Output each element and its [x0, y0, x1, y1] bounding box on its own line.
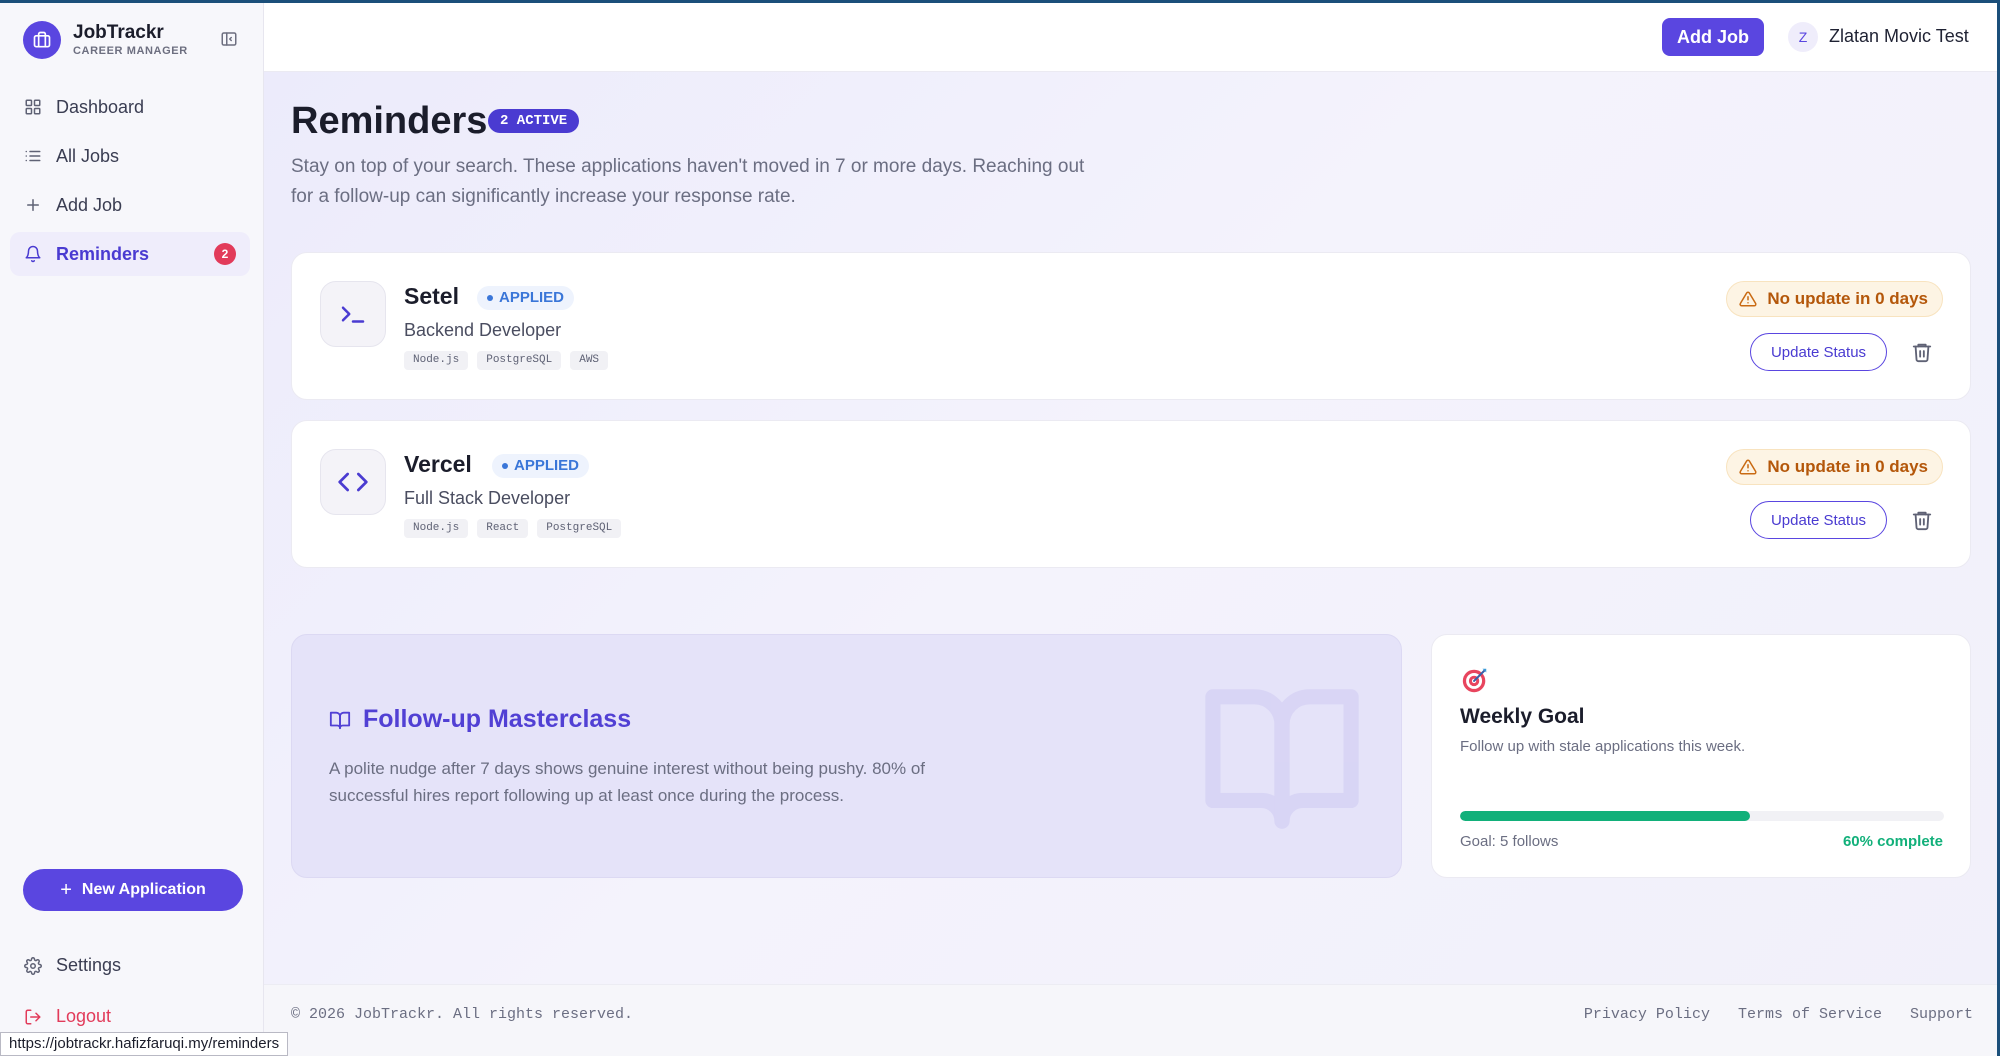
- new-application-button[interactable]: + New Application: [23, 869, 243, 911]
- add-job-button[interactable]: Add Job: [1662, 18, 1764, 56]
- goal-label: Goal: 5 follows: [1460, 833, 1559, 850]
- sidebar: JobTrackr CAREER MANAGER Dashboard All J…: [0, 0, 264, 1056]
- tech-tag: Node.js: [404, 351, 469, 370]
- terminal-icon: [320, 281, 386, 347]
- update-status-button[interactable]: Update Status: [1750, 501, 1887, 539]
- book-watermark-icon: [1205, 689, 1359, 829]
- weekly-goal-description: Follow up with stale applications this w…: [1460, 738, 1746, 755]
- footer-link-terms[interactable]: Terms of Service: [1738, 1006, 1882, 1023]
- masterclass-text: A polite nudge after 7 days shows genuin…: [329, 759, 926, 805]
- brand-name: JobTrackr: [73, 22, 164, 43]
- settings-label: Settings: [56, 955, 122, 975]
- footer-link-support[interactable]: Support: [1910, 1006, 1973, 1023]
- goal-progress-fill: [1460, 811, 1751, 821]
- sidebar-item-label: Dashboard: [56, 96, 145, 117]
- company-name: Setel: [404, 283, 459, 309]
- sidebar-item-dashboard[interactable]: Dashboard: [10, 85, 250, 129]
- goal-progress-bar: [1460, 811, 1944, 821]
- book-icon: [329, 711, 351, 729]
- masterclass-title: Follow-up Masterclass: [363, 705, 632, 733]
- goal-progress-label: 60% complete: [1842, 833, 1943, 850]
- weekly-goal-title: Weekly Goal: [1460, 705, 1585, 728]
- status-badge: APPLIED: [477, 286, 575, 310]
- warning-icon: [1739, 291, 1757, 307]
- user-name[interactable]: Zlatan Movic Test: [1829, 26, 1969, 47]
- target-icon: [1462, 668, 1487, 693]
- plus-icon: [27, 199, 39, 211]
- main-content: Reminders 2 ACTIVE Stay on top of your s…: [264, 72, 2000, 1056]
- warning-icon: [1739, 459, 1757, 475]
- sidebar-item-settings[interactable]: Settings: [24, 955, 121, 976]
- sidebar-nav: Dashboard All Jobs Add Job Reminders 2: [10, 85, 250, 281]
- avatar[interactable]: Z: [1788, 22, 1818, 52]
- reminder-card-setel[interactable]: Setel APPLIED Backend Developer Node.js …: [291, 252, 1971, 400]
- grid-icon: [25, 99, 41, 115]
- trash-icon[interactable]: [1911, 508, 1933, 532]
- plus-icon: +: [60, 878, 72, 901]
- logout-icon: [25, 1009, 41, 1024]
- reminders-count-badge: 2: [214, 243, 236, 265]
- brand-subtitle: CAREER MANAGER: [73, 45, 188, 57]
- tech-tags: Node.js PostgreSQL AWS: [404, 351, 617, 370]
- briefcase-icon: [23, 21, 61, 59]
- stale-text: No update in 0 days: [1767, 457, 1928, 476]
- sidebar-item-all-jobs[interactable]: All Jobs: [10, 134, 250, 178]
- footer-link-privacy[interactable]: Privacy Policy: [1584, 1006, 1710, 1023]
- follow-up-masterclass-card: Follow-up Masterclass A polite nudge aft…: [291, 634, 1402, 878]
- footer-copyright: © 2026 JobTrackr. All rights reserved.: [291, 1006, 634, 1023]
- job-role: Backend Developer: [404, 320, 562, 340]
- sidebar-item-add-job[interactable]: Add Job: [10, 183, 250, 227]
- tech-tags: Node.js React PostgreSQL: [404, 519, 630, 538]
- page-title: Reminders: [291, 100, 488, 142]
- sidebar-collapse-icon[interactable]: [220, 30, 238, 48]
- sidebar-item-label: Reminders: [56, 243, 150, 264]
- active-count-badge: 2 ACTIVE: [488, 109, 580, 133]
- trash-icon[interactable]: [1911, 340, 1933, 364]
- sidebar-item-reminders[interactable]: Reminders 2: [10, 232, 250, 276]
- window-frame-top: [0, 0, 2000, 3]
- page-description: Stay on top of your search. These applic…: [291, 156, 1085, 207]
- job-role: Full Stack Developer: [404, 488, 571, 508]
- status-badge: APPLIED: [492, 454, 590, 478]
- sidebar-item-label: Add Job: [56, 194, 123, 215]
- tech-tag: PostgreSQL: [477, 351, 562, 370]
- code-icon: [320, 449, 386, 515]
- status-bar-url: https://jobtrackr.hafizfaruqi.my/reminde…: [0, 1032, 289, 1056]
- stale-warning-badge: No update in 0 days: [1726, 449, 1943, 485]
- footer: © 2026 JobTrackr. All rights reserved. P…: [264, 984, 2000, 1056]
- new-application-label: New Application: [81, 881, 206, 898]
- list-icon: [25, 150, 41, 162]
- stale-warning-badge: No update in 0 days: [1726, 281, 1943, 317]
- sidebar-item-logout[interactable]: Logout: [24, 1006, 111, 1027]
- brand[interactable]: JobTrackr CAREER MANAGER: [23, 21, 188, 59]
- reminder-card-vercel[interactable]: Vercel APPLIED Full Stack Developer Node…: [291, 420, 1971, 568]
- logout-label: Logout: [56, 1006, 112, 1026]
- stale-text: No update in 0 days: [1767, 289, 1928, 308]
- company-name: Vercel: [404, 451, 472, 477]
- tech-tag: React: [477, 519, 529, 538]
- tech-tag: Node.js: [404, 519, 469, 538]
- sidebar-item-label: All Jobs: [56, 145, 120, 166]
- tech-tag: AWS: [570, 351, 609, 370]
- weekly-goal-card: Weekly Goal Follow up with stale applica…: [1431, 634, 1971, 878]
- update-status-button[interactable]: Update Status: [1750, 333, 1887, 371]
- gear-icon: [24, 956, 42, 975]
- top-bar: Add Job Z Zlatan Movic Test: [264, 0, 2000, 72]
- tech-tag: PostgreSQL: [537, 519, 622, 538]
- bell-icon: [25, 245, 41, 263]
